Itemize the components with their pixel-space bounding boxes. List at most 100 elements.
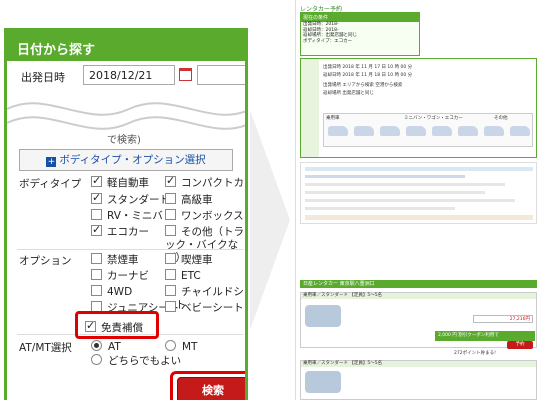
checkbox-item[interactable]: エコカー (91, 223, 149, 239)
coupon-banner[interactable]: 2,000 円 割引クーポン利用で (435, 331, 535, 341)
radio-button[interactable] (165, 340, 176, 351)
calendar-icon[interactable] (179, 68, 192, 81)
departure-date-row: 出発日時 2018/12/21 (7, 65, 245, 91)
mini-search-form: 出発日時 2018 年 11 月 17 日 10 時 00 分 返却日時 201… (300, 58, 537, 158)
car-group-label: 乗用車 (326, 116, 340, 121)
panel-header: 日付から探す (7, 31, 245, 61)
condition-line: ボディタイプ：エコカー (303, 38, 353, 44)
search-line: 出発日時 2018 年 11 月 17 日 10 時 00 分 (323, 65, 413, 70)
departure-date-input[interactable]: 2018/12/21 (83, 65, 175, 85)
checkbox[interactable] (165, 193, 176, 204)
checkbox[interactable] (91, 253, 102, 264)
departure-date-label: 出発日時 (21, 71, 65, 84)
checkbox-item[interactable]: 高級車 (165, 193, 213, 207)
checkbox-item[interactable]: 4WD (91, 285, 132, 299)
checkbox-label: 高級車 (181, 194, 213, 206)
sort-bar (305, 215, 533, 220)
checkbox-label: スタンダード (107, 194, 170, 206)
checkbox-label: ワンボックス (181, 210, 244, 222)
checkbox[interactable] (165, 269, 176, 280)
radio-label: AT (108, 341, 121, 353)
link-bar (305, 175, 465, 178)
checkbox[interactable] (165, 253, 176, 264)
text-line (305, 199, 515, 202)
checkbox[interactable] (91, 191, 102, 204)
atmt-label: AT/MT選択 (19, 342, 72, 354)
option-label: オプション (19, 255, 72, 267)
car-type-icon[interactable] (484, 126, 504, 136)
checkbox[interactable] (165, 225, 176, 236)
checkbox-label: ETC (181, 270, 201, 282)
insurance-highlight (75, 311, 159, 339)
search-line: 返却場所 出発店舗と同じ (323, 91, 374, 96)
plus-icon: + (46, 157, 57, 167)
checkbox-item[interactable]: スタンダード (91, 191, 170, 207)
car-thumbnail (305, 371, 341, 393)
checkbox-label: RV・ミニバン (107, 210, 174, 222)
radio-label: どちらでもよい (108, 355, 182, 367)
link-bar (305, 167, 533, 171)
checkbox-item[interactable]: コンパクトカー (165, 174, 245, 190)
car-type-grid: 乗用車 ミニバン・ワゴン・エコカー その他 (323, 113, 533, 147)
radio-button[interactable] (91, 354, 102, 365)
conditions-title: 現在の条件 (301, 13, 419, 22)
filter-links-area (300, 162, 537, 224)
arrow-shape (250, 110, 290, 330)
current-conditions-box: 現在の条件 出発日時：2018- 返却日時：2018- 返却場所：出発店舗と同じ… (300, 12, 420, 56)
car-type-icon[interactable] (406, 126, 426, 136)
result-item-head: 乗用車／スタンダード 【定員】5〜5名 (301, 293, 536, 299)
car-group-label: ミニバン・ワゴン・エコカー (404, 116, 463, 121)
search-line: 返却日時 2018 年 11 月 18 日 10 時 00 分 (323, 73, 413, 78)
checkbox[interactable] (91, 269, 102, 280)
checkbox-item[interactable]: ワンボックス (165, 209, 244, 223)
result-item-head: 乗用車／スタンダード 【定員】5〜5名 (301, 361, 536, 367)
checkbox-item[interactable]: RV・ミニバン (91, 209, 174, 223)
checkbox-item[interactable]: 喫煙車 (165, 253, 213, 267)
checkbox[interactable] (91, 285, 102, 296)
shop-title: 日産レンタカー 東京駅八重洲口 (300, 280, 537, 288)
body-type-label: ボディタイプ (19, 178, 82, 190)
radio-label: MT (182, 341, 198, 353)
departure-time-input[interactable] (197, 65, 245, 85)
toggle-label: ボディタイプ・オプション選択 (59, 154, 206, 166)
checkbox[interactable] (165, 301, 176, 312)
radio-button[interactable] (91, 340, 102, 351)
result-item: 乗用車／スタンダード 【定員】5〜5名 27,216円 2,000 円 割引クー… (300, 292, 537, 349)
checkbox[interactable] (91, 223, 102, 236)
car-type-icon[interactable] (432, 126, 452, 136)
checkbox-label: エコカー (107, 226, 149, 238)
search-form-side (301, 59, 319, 157)
radio-item[interactable]: AT (91, 340, 121, 354)
result-item: 乗用車／スタンダード 【定員】5〜5名 (300, 360, 537, 400)
car-type-icon[interactable] (380, 126, 400, 136)
checkbox-label: 4WD (107, 286, 133, 298)
checkbox[interactable] (165, 174, 176, 187)
panel-body: + ボディタイプ・オプション選択 (7, 141, 245, 171)
checkbox-label: カーナビ (107, 270, 149, 282)
checkbox-item[interactable]: 軽自動車 (91, 174, 149, 190)
car-type-icon[interactable] (328, 126, 348, 136)
reserve-button[interactable]: 予約 (507, 341, 533, 349)
body-option-toggle[interactable]: + ボディタイプ・オプション選択 (19, 149, 233, 171)
checkbox-label: 禁煙車 (107, 254, 139, 266)
checkbox[interactable] (165, 285, 176, 296)
car-type-icon[interactable] (354, 126, 374, 136)
search-panel: 日付から探す 出発日時 2018/12/21 で検索) + ボディタイプ・オプショ… (4, 28, 248, 400)
checkbox-label: 喫煙車 (181, 254, 213, 266)
car-thumbnail (305, 305, 341, 327)
checkbox[interactable] (165, 209, 176, 220)
car-type-icon[interactable] (458, 126, 478, 136)
text-line (305, 207, 455, 210)
checkbox-item[interactable]: ベビーシート (165, 301, 244, 315)
checkbox-item[interactable]: カーナビ (91, 269, 149, 283)
checkbox[interactable] (91, 209, 102, 220)
checkbox-label: 軽自動車 (107, 177, 149, 189)
checkbox-item[interactable]: ETC (165, 269, 201, 283)
radio-item[interactable]: どちらでもよい (91, 354, 181, 368)
car-type-icon[interactable] (510, 126, 530, 136)
search-button-highlight (170, 371, 245, 400)
checkbox[interactable] (91, 174, 102, 187)
checkbox-item[interactable]: 禁煙車 (91, 253, 139, 267)
car-group-label: その他 (494, 116, 508, 121)
radio-item[interactable]: MT (165, 340, 197, 354)
